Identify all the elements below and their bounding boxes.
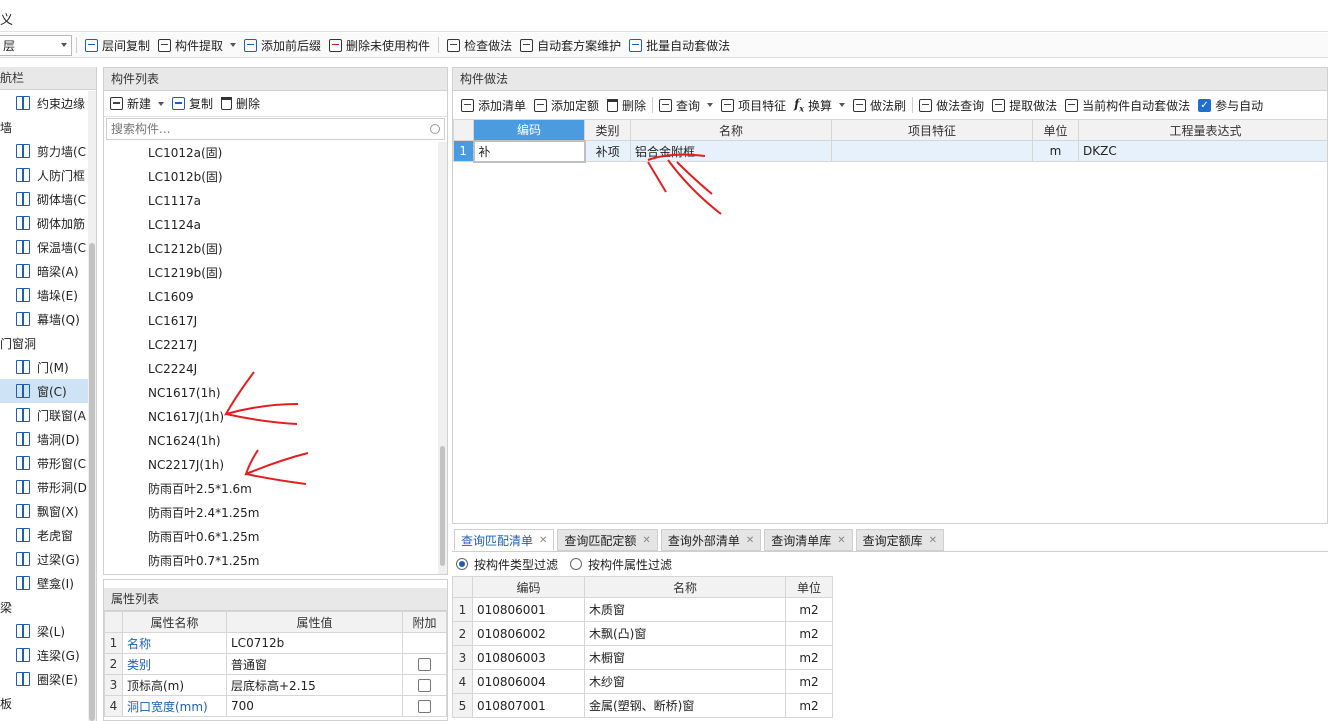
annotation-arrow-nc2217j [244, 449, 309, 485]
annotation-arrow-stroke [667, 159, 722, 215]
annotation-arrow-nc1617j [223, 371, 299, 425]
annotation-squiggle [647, 153, 706, 161]
annotation-arrow-stroke [647, 161, 667, 193]
annotation-layer [223, 153, 722, 485]
